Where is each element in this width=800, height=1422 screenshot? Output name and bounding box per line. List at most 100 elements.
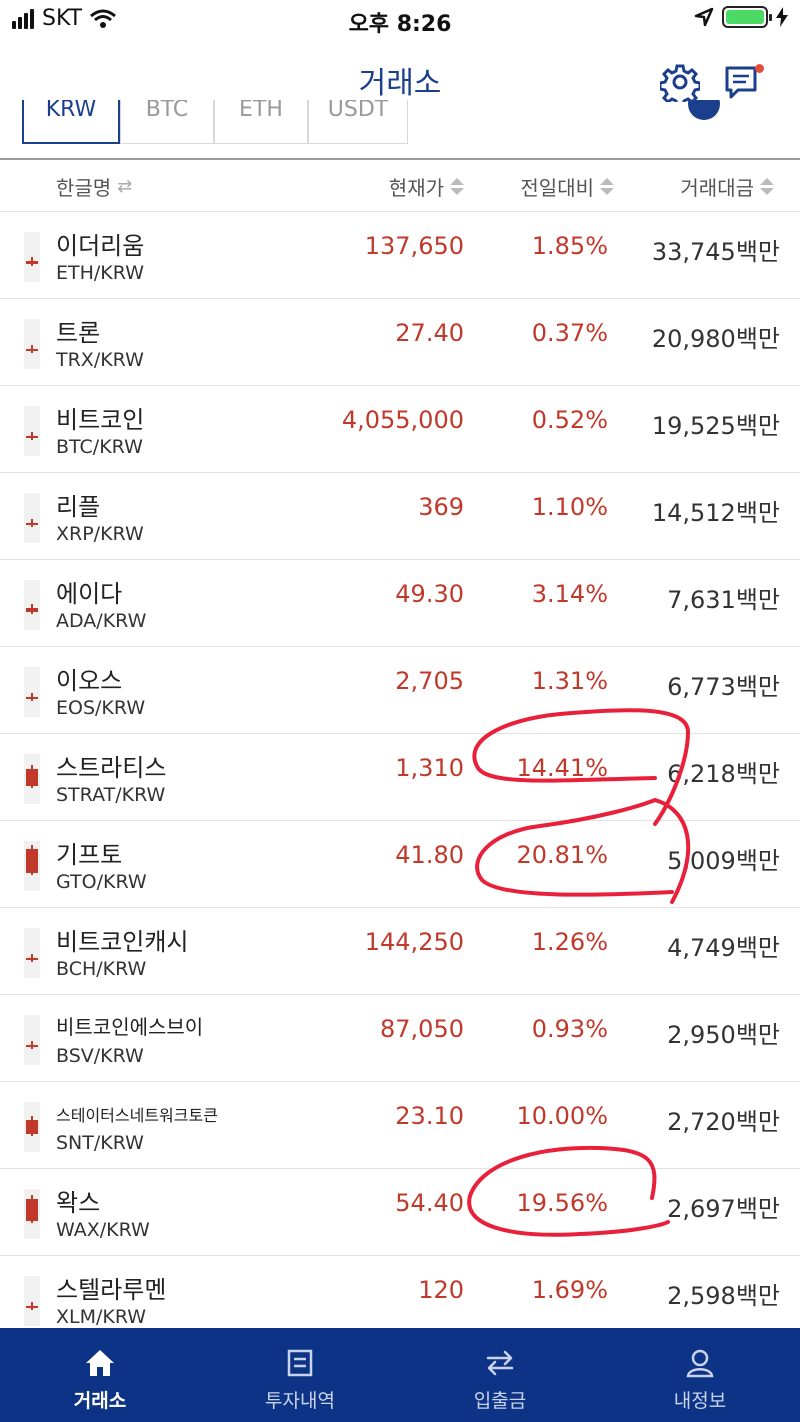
coin-row[interactable]: 비트코인에스브이 BSV/KRW 87,050 0.93% 2,950백만 [0,995,800,1082]
coin-name: 이더리움 [56,232,145,260]
volume-unit: 백만 [735,325,780,353]
coin-symbol: BSV/KRW [56,1045,144,1067]
coin-symbol: SNT/KRW [56,1132,144,1154]
sort-by-change[interactable]: 전일대비 [520,172,614,201]
coin-row[interactable]: 기프토 GTO/KRW 41.80 20.81% 5,009백만 [0,821,800,908]
chat-icon[interactable] [722,62,764,102]
gear-icon[interactable] [658,62,702,108]
sort-by-name[interactable]: 한글명 ⇄ [56,172,132,201]
coin-change: 3.14% [531,580,608,608]
candle-icon [24,1189,40,1239]
coin-row[interactable]: 리플 XRP/KRW 369 1.10% 14,512백만 [0,473,800,560]
volume-unit: 백만 [735,1282,780,1310]
coin-name: 스트라티스 [56,754,167,782]
location-arrow-icon [694,7,714,27]
coin-change: 1.10% [531,493,608,521]
candle-icon [24,754,40,804]
nav-deposit[interactable]: 입출금 [400,1328,600,1422]
sort-arrows-icon [760,178,774,195]
volume-unit: 백만 [735,1108,780,1136]
toggle-switch[interactable] [688,100,720,120]
nav-history[interactable]: 투자내역 [200,1328,400,1422]
coin-name: 스테이터스네트워크토큰 [56,1106,218,1125]
volume-value: 14,512 [651,499,736,527]
volume-unit: 백만 [735,673,780,701]
coin-row[interactable]: 스트라티스 STRAT/KRW 1,310 14.41% 6,218백만 [0,734,800,821]
charging-bolt-icon [776,7,788,27]
coin-row[interactable]: 왁스 WAX/KRW 54.40 19.56% 2,697백만 [0,1169,800,1256]
nav-profile[interactable]: 내정보 [600,1328,800,1422]
coin-symbol: XLM/KRW [56,1306,147,1328]
coin-price: 4,055,000 [341,406,464,434]
volume-value: 5,009 [667,847,736,875]
coin-row[interactable]: 이더리움 ETH/KRW 137,650 1.85% 33,745백만 [0,212,800,299]
candle-icon [24,1276,40,1326]
coin-volume: 33,745백만 [652,232,780,267]
coin-change: 10.00% [516,1102,608,1130]
volume-unit: 백만 [735,847,780,875]
coin-list: 이더리움 ETH/KRW 137,650 1.85% 33,745백만 트론 T… [0,212,800,1343]
coin-row[interactable]: 트론 TRX/KRW 27.40 0.37% 20,980백만 [0,299,800,386]
battery-icon [722,6,772,28]
coin-price: 41.80 [395,841,464,869]
column-name-label: 한글명 [56,176,112,200]
coin-volume: 2,950백만 [667,1015,780,1050]
coin-symbol: STRAT/KRW [56,784,166,806]
home-icon [86,1350,114,1376]
tab-usdt[interactable]: USDT [308,100,408,144]
column-price-label: 현재가 [388,176,444,200]
swap-icon: ⇄ [117,176,133,197]
transfer-icon [486,1350,514,1376]
candle-icon [24,319,40,369]
coin-volume: 5,009백만 [667,841,780,876]
coin-volume: 6,773백만 [667,667,780,702]
tab-eth[interactable]: ETH [214,100,308,144]
coin-name: 리플 [56,493,101,521]
volume-unit: 백만 [735,412,780,440]
coin-row[interactable]: 에이다 ADA/KRW 49.30 3.14% 7,631백만 [0,560,800,647]
candle-icon [24,1102,40,1152]
coin-price: 369 [418,493,464,521]
coin-name: 스텔라루멘 [56,1276,167,1304]
coin-row[interactable]: 이오스 EOS/KRW 2,705 1.31% 6,773백만 [0,647,800,734]
candle-icon [24,841,40,891]
sort-by-volume[interactable]: 거래대금 [680,172,774,201]
status-right [694,6,788,28]
volume-value: 6,218 [667,760,736,788]
coin-change: 0.52% [531,406,608,434]
nav-label: 투자내역 [265,1390,335,1412]
coin-price: 87,050 [380,1015,464,1043]
coin-symbol: ETH/KRW [56,262,144,284]
volume-value: 2,720 [667,1108,736,1136]
coin-change: 19.56% [516,1189,608,1217]
column-change-label: 전일대비 [520,176,594,200]
volume-unit: 백만 [735,1021,780,1049]
coin-row[interactable]: 비트코인캐시 BCH/KRW 144,250 1.26% 4,749백만 [0,908,800,995]
candle-icon [24,580,40,630]
sort-arrows-icon [450,178,464,195]
coin-price: 27.40 [395,319,464,347]
coin-price: 2,705 [395,667,464,695]
column-volume-label: 거래대금 [680,176,754,200]
coin-symbol: WAX/KRW [56,1219,150,1241]
market-tabs: KRW BTC ETH USDT [0,100,800,158]
bottom-nav: 거래소 투자내역 입출금 내정보 [0,1328,800,1422]
coin-row[interactable]: 스테이터스네트워크토큰 SNT/KRW 23.10 10.00% 2,720백만 [0,1082,800,1169]
coin-name: 이오스 [56,667,123,695]
coin-change: 1.69% [531,1276,608,1304]
coin-change: 20.81% [516,841,608,869]
sort-by-price[interactable]: 현재가 [389,172,464,201]
volume-value: 33,745 [651,238,736,266]
coin-volume: 4,749백만 [667,928,780,963]
coin-volume: 14,512백만 [652,493,780,528]
nav-exchange[interactable]: 거래소 [0,1328,200,1422]
volume-unit: 백만 [735,586,780,614]
coin-symbol: BTC/KRW [56,436,143,458]
tab-btc[interactable]: BTC [120,100,214,144]
tab-krw[interactable]: KRW [22,100,120,144]
column-header: 한글명 ⇄ 현재가 전일대비 거래대금 [0,160,800,212]
volume-value: 2,950 [667,1021,736,1049]
coin-price: 144,250 [364,928,464,956]
volume-unit: 백만 [735,238,780,266]
coin-row[interactable]: 비트코인 BTC/KRW 4,055,000 0.52% 19,525백만 [0,386,800,473]
